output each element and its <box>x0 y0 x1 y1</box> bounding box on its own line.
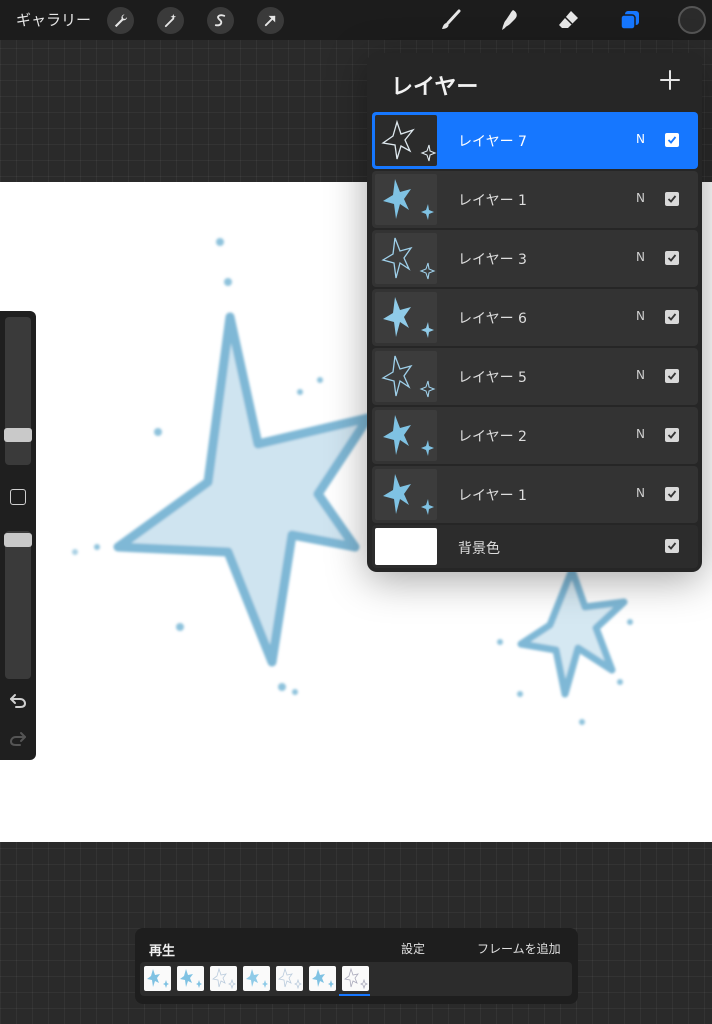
redo-icon[interactable] <box>8 729 28 749</box>
opacity-slider[interactable] <box>4 531 32 679</box>
visibility-checkbox[interactable] <box>665 133 679 147</box>
animation-bar: 再生 設定 フレームを追加 <box>135 928 578 1004</box>
layer-name: 背景色 <box>458 541 500 557</box>
layers-icon[interactable] <box>617 7 643 33</box>
layer-name: レイヤー 7 <box>458 134 527 150</box>
blend-mode-button[interactable]: N <box>636 191 645 205</box>
layers-panel-title: レイヤー <box>391 75 479 100</box>
layer-thumbnail <box>375 469 437 520</box>
brush-size-slider[interactable] <box>4 317 32 465</box>
opacity-thumb[interactable] <box>4 533 32 547</box>
transform-arrow-icon[interactable] <box>257 7 284 34</box>
layer-row-1[interactable]: レイヤー 1 N <box>372 171 698 228</box>
modify-button[interactable] <box>10 489 26 505</box>
settings-button[interactable]: 設定 <box>401 940 425 957</box>
layer-thumbnail <box>375 292 437 343</box>
color-swatch[interactable] <box>678 6 706 34</box>
visibility-checkbox[interactable] <box>665 487 679 501</box>
blend-mode-button[interactable]: N <box>636 309 645 323</box>
layer-thumbnail <box>375 174 437 225</box>
visibility-checkbox[interactable] <box>665 192 679 206</box>
frame-thumbnail[interactable] <box>210 966 237 991</box>
current-frame-indicator <box>339 994 370 996</box>
eraser-icon[interactable] <box>556 7 582 33</box>
brush-size-thumb[interactable] <box>4 428 32 442</box>
blend-mode-button[interactable]: N <box>636 132 645 146</box>
smudge-icon[interactable] <box>497 7 523 33</box>
layer-name: レイヤー 3 <box>458 252 527 268</box>
frame-thumbnail-current[interactable] <box>342 966 369 991</box>
blend-mode-button[interactable]: N <box>636 486 645 500</box>
plus-icon[interactable] <box>657 67 683 93</box>
layer-thumbnail <box>375 233 437 284</box>
layer-row-2[interactable]: レイヤー 2 N <box>372 407 698 464</box>
add-frame-button[interactable]: フレームを追加 <box>477 940 561 957</box>
play-button[interactable]: 再生 <box>149 940 175 959</box>
blend-mode-button[interactable]: N <box>636 368 645 382</box>
visibility-checkbox[interactable] <box>665 251 679 265</box>
layer-row-1b[interactable]: レイヤー 1 N <box>372 466 698 523</box>
layer-thumbnail <box>375 115 437 166</box>
top-toolbar: ギャラリー <box>0 0 712 40</box>
background-color-thumbnail <box>375 528 437 565</box>
layer-name: レイヤー 6 <box>458 311 527 327</box>
frame-thumbnail[interactable] <box>144 966 171 991</box>
undo-icon[interactable] <box>8 691 28 711</box>
gallery-button[interactable]: ギャラリー <box>16 9 91 30</box>
left-sidebar <box>0 311 36 760</box>
frame-thumbnail[interactable] <box>177 966 204 991</box>
magic-wand-icon[interactable] <box>157 7 184 34</box>
big-star-drawing <box>113 312 373 667</box>
layer-row-3[interactable]: レイヤー 3 N <box>372 230 698 287</box>
layer-row-background[interactable]: 背景色 <box>372 525 698 568</box>
wrench-icon[interactable] <box>107 7 134 34</box>
brush-icon[interactable] <box>438 7 464 33</box>
layers-panel: レイヤー レイヤー 7 N レイヤー 1 N レイヤー 3 N レイヤー 6 N <box>367 53 702 572</box>
layer-row-6[interactable]: レイヤー 6 N <box>372 289 698 346</box>
visibility-checkbox[interactable] <box>665 539 679 553</box>
selection-icon[interactable] <box>207 7 234 34</box>
layer-thumbnail <box>375 410 437 461</box>
layer-thumbnail <box>375 351 437 402</box>
visibility-checkbox[interactable] <box>665 310 679 324</box>
visibility-checkbox[interactable] <box>665 428 679 442</box>
layer-name: レイヤー 1 <box>458 193 527 209</box>
layer-name: レイヤー 1 <box>458 488 527 504</box>
layer-row-7[interactable]: レイヤー 7 N <box>372 112 698 169</box>
frame-thumbnail[interactable] <box>276 966 303 991</box>
visibility-checkbox[interactable] <box>665 369 679 383</box>
layer-name: レイヤー 2 <box>458 429 527 445</box>
frame-timeline <box>140 962 572 996</box>
frame-thumbnail[interactable] <box>243 966 270 991</box>
layer-name: レイヤー 5 <box>458 370 527 386</box>
small-star-drawing <box>517 566 628 698</box>
blend-mode-button[interactable]: N <box>636 250 645 264</box>
blend-mode-button[interactable]: N <box>636 427 645 441</box>
frame-thumbnail[interactable] <box>309 966 336 991</box>
layer-row-5[interactable]: レイヤー 5 N <box>372 348 698 405</box>
